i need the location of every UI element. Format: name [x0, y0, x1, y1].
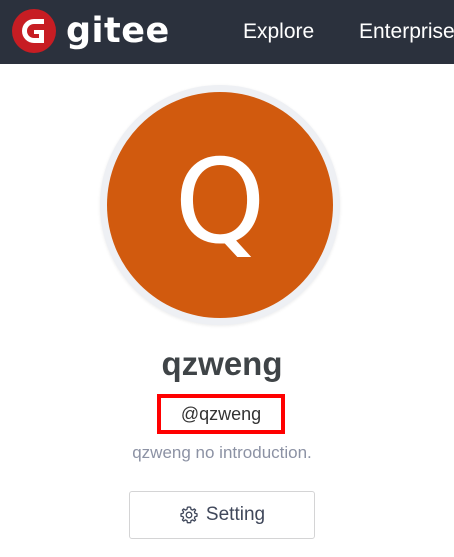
profile-handle[interactable]: @qzweng: [181, 403, 261, 425]
setting-button[interactable]: Setting: [129, 491, 315, 539]
avatar-initial: Q: [174, 135, 266, 270]
nav-enterprise-link[interactable]: Enterprise: [359, 19, 454, 45]
gear-icon: [179, 505, 199, 525]
top-navigation-bar: gitee Explore Enterprise: [0, 0, 454, 64]
avatar[interactable]: Q: [107, 92, 333, 318]
profile-username: qzweng: [161, 345, 283, 382]
handle-highlight-box: @qzweng: [157, 394, 285, 434]
gitee-logo-icon: [12, 9, 56, 53]
logo-text: gitee: [66, 11, 170, 51]
gitee-logo[interactable]: gitee: [12, 9, 170, 53]
nav-explore-link[interactable]: Explore: [243, 19, 314, 45]
profile-bio: qzweng no introduction.: [132, 443, 312, 462]
setting-button-label: Setting: [205, 504, 266, 525]
